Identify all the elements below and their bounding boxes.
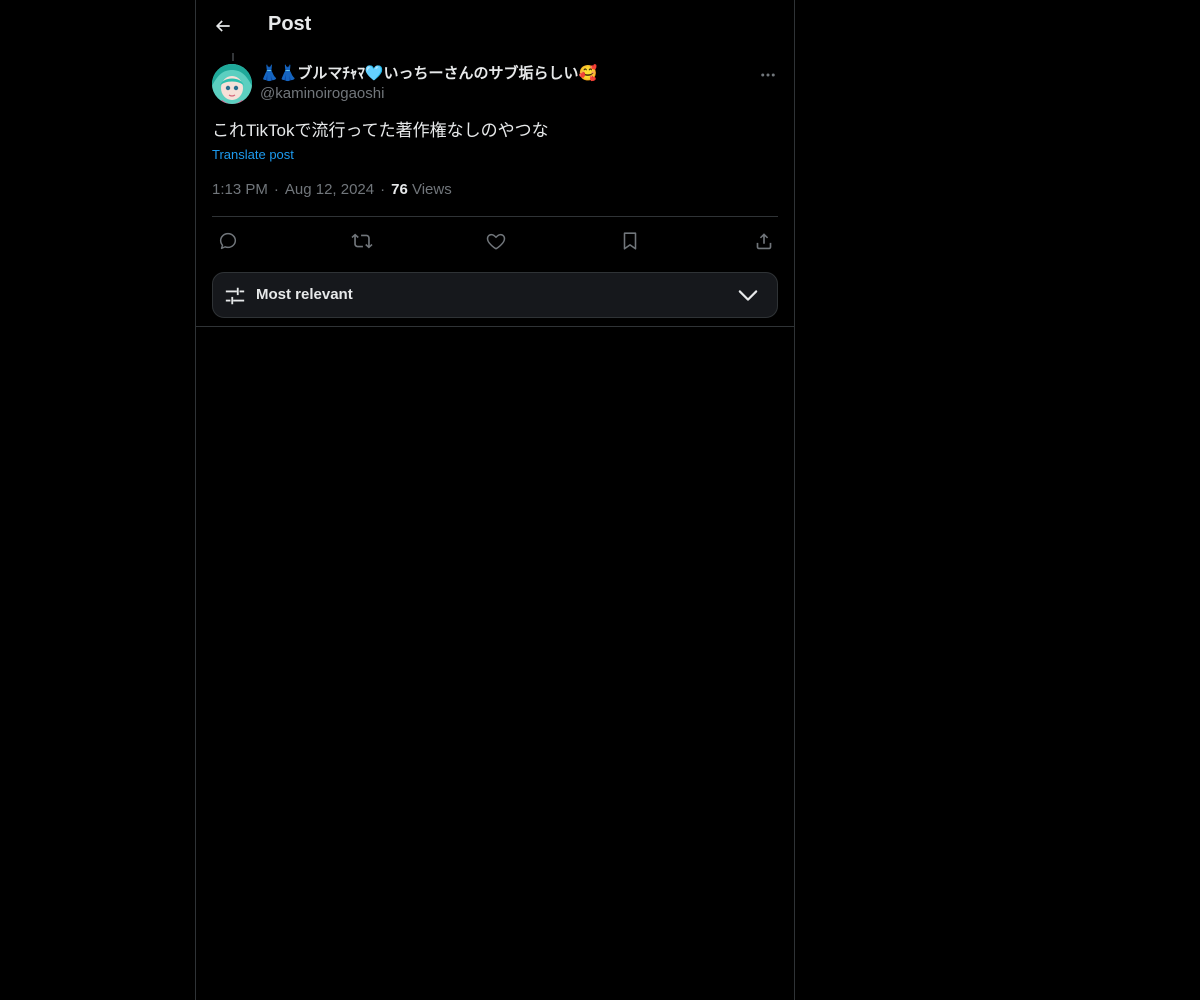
repost-button[interactable] [349,228,375,254]
share-button[interactable] [751,228,777,254]
bookmark-icon [619,230,641,252]
heart-icon [485,230,507,252]
like-button[interactable] [483,228,509,254]
main-column: Post 👗👗ブルマﾁｬﾏ🩵いっちーさんのサブ垢らしい🥰 @kaminoirog… [195,0,795,1000]
page-title: Post [268,13,312,35]
reply-button[interactable] [215,228,241,254]
views-count: 76 [391,181,408,198]
post-author[interactable]: 👗👗ブルマﾁｬﾏ🩵いっちーさんのサブ垢らしい🥰 @kaminoirogaoshi [260,64,720,104]
sliders-icon [224,285,246,307]
translate-post-link[interactable]: Translate post [212,146,294,164]
post-date[interactable]: Aug 12, 2024 [285,181,374,198]
back-button[interactable] [206,9,240,43]
more-icon [759,66,777,84]
page-header: Post [196,0,794,53]
bookmark-button[interactable] [617,228,643,254]
post-meta: 1:13 PM · Aug 12, 2024 · 76 Views [212,180,452,200]
avatar[interactable] [212,64,252,104]
author-handle[interactable]: @kaminoirogaoshi [260,84,720,104]
views-label: Views [411,181,452,198]
meta-separator: · [380,181,386,198]
meta-separator: · [273,181,279,198]
post-time[interactable]: 1:13 PM [212,181,268,198]
share-icon [753,230,775,252]
reply-icon [217,230,239,252]
chevron-down-icon [737,286,759,306]
author-display-name[interactable]: 👗👗ブルマﾁｬﾏ🩵いっちーさんのサブ垢らしい🥰 [260,64,720,84]
sort-label: Most relevant [256,286,353,303]
more-options-button[interactable] [754,63,782,87]
thread-line [232,53,234,61]
section-divider [196,326,794,327]
arrow-left-icon [213,16,233,36]
post-text: これTikTokで流行ってた著作権なしのやつな [212,121,549,140]
sort-replies-dropdown[interactable]: Most relevant [212,272,778,318]
divider [212,216,778,217]
repost-icon [351,230,373,252]
